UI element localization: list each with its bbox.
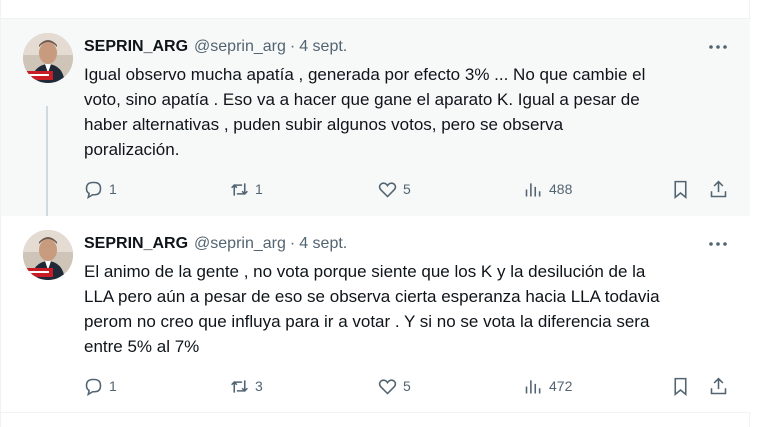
- reply-count: 1: [109, 181, 117, 197]
- views-count: 488: [549, 181, 573, 197]
- reply-button[interactable]: 1: [83, 374, 117, 398]
- retweet-count: 3: [255, 378, 263, 394]
- retweet-count: 1: [255, 181, 263, 197]
- views-icon: [525, 379, 541, 393]
- tweet-text-line: haber alternativas , puden subir algunos…: [84, 115, 564, 134]
- reply-count: 1: [109, 378, 117, 394]
- tweet-header: SEPRIN_ARG @seprin_arg · 4 sept.: [84, 36, 347, 58]
- bookmark-icon: [674, 180, 687, 199]
- like-button[interactable]: 5: [377, 374, 411, 398]
- tweet-text-line: Igual observo mucha apatía , generada po…: [84, 65, 646, 84]
- share-icon: [710, 180, 727, 197]
- like-icon: [378, 378, 397, 395]
- like-icon: [378, 181, 397, 198]
- more-icon[interactable]: [708, 37, 728, 57]
- avatar[interactable]: [23, 230, 73, 280]
- tweet-text-line: perom no creo que influya para ir a vota…: [84, 312, 650, 331]
- tweet-actions: 1 3 5 472: [83, 374, 731, 398]
- tweet-text-line: LLA pero aún a pesar de eso se observa c…: [84, 287, 660, 306]
- timeline-column: SEPRIN_ARG @seprin_arg · 4 sept. Igual o…: [0, 0, 751, 427]
- retweet-icon: [231, 182, 248, 196]
- bookmark-button[interactable]: [670, 177, 691, 201]
- tweet-text-line: El animo de la gente , no vota porque si…: [84, 262, 646, 281]
- like-button[interactable]: 5: [377, 177, 411, 201]
- views-button[interactable]: 488: [523, 177, 572, 201]
- separator-dot: ·: [289, 235, 296, 252]
- tweet-actions: 1 1 5 488: [83, 177, 731, 201]
- bookmark-icon: [674, 377, 687, 396]
- tweet-text-line: poralización.: [84, 140, 180, 159]
- author-handle[interactable]: @seprin_arg: [194, 235, 286, 253]
- tweet-text-line: entre 5% al 7%: [84, 337, 200, 356]
- views-count: 472: [549, 378, 573, 394]
- tweet-text-line: voto, sino apatía . Eso va a hacer que g…: [84, 90, 640, 109]
- share-icon: [710, 377, 727, 394]
- views-icon: [525, 182, 541, 196]
- separator-dot: ·: [289, 38, 296, 55]
- like-count: 5: [403, 181, 411, 197]
- like-count: 5: [403, 378, 411, 394]
- share-button[interactable]: [708, 374, 729, 398]
- tweet-text: El animo de la gente , no vota porque si…: [84, 259, 724, 359]
- retweet-button[interactable]: 3: [229, 374, 263, 398]
- tweet[interactable]: SEPRIN_ARG @seprin_arg · 4 sept. El anim…: [1, 216, 750, 413]
- retweet-icon: [231, 379, 248, 393]
- tweet-text: Igual observo mucha apatía , generada po…: [84, 62, 724, 162]
- share-button[interactable]: [708, 177, 729, 201]
- tweet[interactable]: SEPRIN_ARG @seprin_arg · 4 sept. Igual o…: [1, 19, 750, 246]
- retweet-button[interactable]: 1: [229, 177, 263, 201]
- reply-button[interactable]: 1: [83, 177, 117, 201]
- reply-icon: [85, 378, 102, 396]
- author-name[interactable]: SEPRIN_ARG: [84, 38, 188, 56]
- views-button[interactable]: 472: [523, 374, 572, 398]
- previous-item-edge: [1, 0, 751, 19]
- tweet-header: SEPRIN_ARG @seprin_arg · 4 sept.: [84, 233, 347, 255]
- bookmark-button[interactable]: [670, 374, 691, 398]
- author-handle[interactable]: @seprin_arg: [194, 38, 286, 56]
- tweet-date[interactable]: 4 sept.: [299, 235, 347, 253]
- author-name[interactable]: SEPRIN_ARG: [84, 235, 188, 253]
- reply-icon: [85, 181, 102, 199]
- more-icon[interactable]: [708, 234, 728, 254]
- tweet-date[interactable]: 4 sept.: [299, 38, 347, 56]
- avatar[interactable]: [23, 33, 73, 83]
